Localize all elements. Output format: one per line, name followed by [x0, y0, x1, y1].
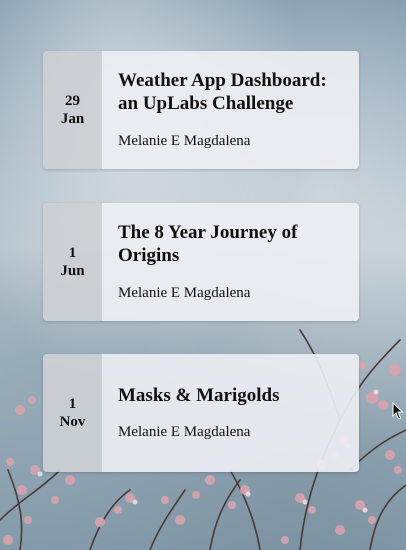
post-author: Melanie E Magdalena	[118, 285, 251, 301]
post-card[interactable]: 1 Nov Masks & Marigolds Melanie E Magdal…	[43, 354, 359, 472]
post-card-body: The 8 Year Journey of Origins Melanie E …	[102, 203, 359, 321]
post-author: Melanie E Magdalena	[118, 424, 251, 440]
post-title[interactable]: Weather App Dashboard: an UpLabs Challen…	[118, 69, 343, 115]
post-card-body: Masks & Marigolds Melanie E Magdalena	[102, 354, 359, 472]
post-card[interactable]: 1 Jun The 8 Year Journey of Origins Mela…	[43, 203, 359, 321]
mouse-cursor-icon	[392, 402, 404, 420]
post-date: 29 Jan	[43, 51, 102, 169]
post-card-body: Weather App Dashboard: an UpLabs Challen…	[102, 51, 359, 169]
post-date-month: Jan	[60, 111, 85, 127]
post-title[interactable]: Masks & Marigolds	[118, 384, 343, 407]
post-date-day: 1	[68, 396, 77, 412]
post-date: 1 Nov	[43, 354, 102, 472]
post-date: 1 Jun	[43, 203, 102, 321]
post-card[interactable]: 29 Jan Weather App Dashboard: an UpLabs …	[43, 51, 359, 169]
post-date-day: 29	[65, 93, 80, 109]
post-title[interactable]: The 8 Year Journey of Origins	[118, 221, 343, 267]
post-date-month: Jun	[60, 263, 85, 279]
post-date-day: 1	[68, 245, 77, 261]
post-author: Melanie E Magdalena	[118, 133, 251, 149]
post-date-month: Nov	[59, 414, 86, 430]
